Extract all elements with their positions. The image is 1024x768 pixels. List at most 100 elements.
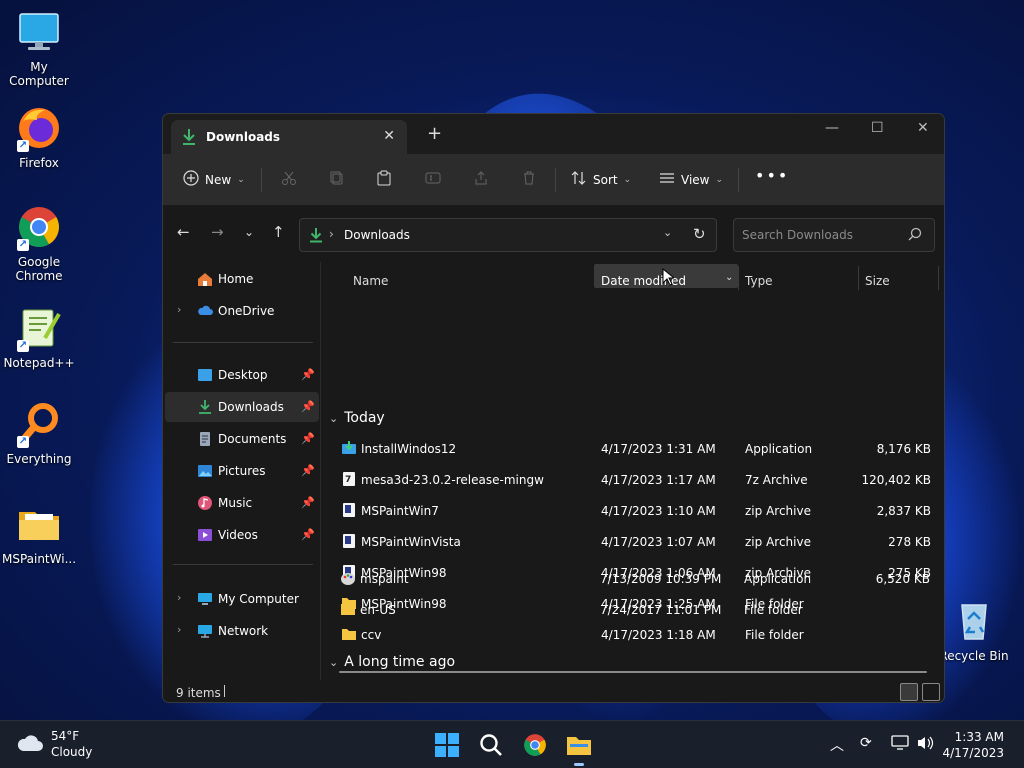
group-header-today[interactable]: ⌄ Today <box>329 410 385 426</box>
pin-icon: 📌 <box>301 368 315 381</box>
new-button[interactable]: New ⌄ <box>183 170 245 189</box>
breadcrumb-downloads[interactable]: Downloads <box>344 228 410 242</box>
column-header-name[interactable]: Name <box>353 274 388 288</box>
view-label: View <box>681 172 710 187</box>
tab-downloads[interactable]: Downloads ✕ <box>171 120 407 154</box>
cloud-weather-icon[interactable] <box>16 733 44 756</box>
nav-item-home[interactable]: Home <box>165 264 319 294</box>
sort-button[interactable]: Sort ⌄ <box>571 170 631 189</box>
nav-item-pictures[interactable]: Pictures 📌 <box>165 456 319 486</box>
table-row[interactable]: mspaint 7/13/2009 10:39 PM Application 6… <box>320 563 945 594</box>
shortcut-arrow-icon: ↗ <box>17 239 29 251</box>
chevron-down-icon: ⌄ <box>715 174 724 185</box>
table-row[interactable]: MSPaintWin7 4/17/2023 1:10 AM zip Archiv… <box>321 495 944 526</box>
address-bar[interactable]: › Downloads ⌄ ↻ <box>299 218 717 252</box>
refresh-icon[interactable]: ↻ <box>693 225 706 243</box>
column-header-size[interactable]: Size <box>865 274 890 288</box>
tiles-view-icon[interactable] <box>922 683 940 701</box>
pin-icon: 📌 <box>301 496 315 509</box>
navigation-pane: Home › OneDrive Desktop 📌 Downloads 📌 Do… <box>163 262 321 680</box>
share-icon[interactable] <box>473 170 489 186</box>
nav-item-onedrive[interactable]: › OneDrive <box>165 296 319 326</box>
back-arrow-icon[interactable]: ← <box>177 225 190 240</box>
table-row[interactable]: MSPaintWinVista 4/17/2023 1:07 AM zip Ar… <box>321 526 944 557</box>
details-view-icon[interactable] <box>900 683 918 701</box>
chrome-icon[interactable] <box>522 732 548 758</box>
desktop-icon-mspaint-folder[interactable]: MSPaintWi... <box>0 500 78 566</box>
address-history-chevron-icon[interactable]: ⌄ <box>663 226 672 239</box>
delete-icon[interactable] <box>521 170 537 186</box>
installer-icon <box>341 440 357 456</box>
clock[interactable]: 1:33 AM 4/17/2023 <box>942 729 1004 761</box>
nav-item-music[interactable]: Music 📌 <box>165 488 319 518</box>
desktop-icon-everything[interactable]: ↗ Everything <box>0 400 78 466</box>
nav-label: Pictures <box>218 464 266 478</box>
up-arrow-icon[interactable]: ↑ <box>272 225 285 240</box>
forward-arrow-icon[interactable]: → <box>211 225 224 240</box>
desktop-icon-label: MSPaintWi... <box>1 552 77 566</box>
active-app-indicator <box>574 763 584 766</box>
table-row[interactable]: InstallWindos12 4/17/2023 1:31 AM Applic… <box>321 433 944 464</box>
nav-item-my-computer[interactable]: › My Computer <box>165 584 319 614</box>
search-box[interactable]: Search Downloads <box>733 218 935 252</box>
close-tab-icon[interactable]: ✕ <box>383 128 395 144</box>
monitor-icon <box>197 592 213 606</box>
start-windows-icon[interactable] <box>434 732 460 758</box>
file-date: 4/17/2023 1:31 AM <box>601 442 716 456</box>
weather-description[interactable]: Cloudy <box>51 745 92 759</box>
sync-icon[interactable]: ⟳ <box>860 735 872 751</box>
maximize-icon[interactable]: ☐ <box>871 120 884 136</box>
volume-icon[interactable] <box>916 735 934 755</box>
desktop-icon-firefox[interactable]: ↗ Firefox <box>0 104 78 170</box>
file-name: MSPaintWin7 <box>361 504 439 518</box>
file-name: en-US <box>360 603 396 617</box>
chevron-right-icon[interactable]: › <box>177 623 181 636</box>
chevron-up-icon[interactable]: ︿ <box>830 735 844 755</box>
nav-label: Music <box>218 496 253 510</box>
nav-item-network[interactable]: › Network <box>165 616 319 646</box>
horizontal-scrollbar[interactable] <box>339 671 927 673</box>
column-filter-chevron-icon[interactable]: ⌄ <box>725 272 733 283</box>
archive-zip-icon <box>341 533 357 549</box>
shortcut-arrow-icon: ↗ <box>17 340 29 352</box>
close-window-icon[interactable]: ✕ <box>917 120 929 136</box>
file-type: zip Archive <box>745 504 811 518</box>
table-row[interactable]: 7 mesa3d-23.0.2-release-mingw 4/17/2023 … <box>321 464 944 495</box>
toolbar-divider <box>261 168 262 192</box>
file-explorer-icon[interactable] <box>566 732 592 758</box>
chevron-right-icon[interactable]: › <box>177 591 181 604</box>
nav-item-downloads[interactable]: Downloads 📌 <box>165 392 319 422</box>
column-header-type[interactable]: Type <box>745 274 773 288</box>
file-size: 8,176 KB <box>876 442 931 456</box>
desktop-icon-notepadpp[interactable]: ↗ Notepad++ <box>0 304 78 370</box>
minimize-icon[interactable]: — <box>825 120 839 136</box>
group-header-old[interactable]: ⌄ A long time ago <box>329 654 455 670</box>
cloud-icon <box>197 304 213 318</box>
chevron-right-icon[interactable]: › <box>177 303 181 316</box>
weather-temperature[interactable]: 54°F <box>51 729 79 743</box>
nav-item-videos[interactable]: Videos 📌 <box>165 520 319 550</box>
nav-item-desktop[interactable]: Desktop 📌 <box>165 360 319 390</box>
search-icon[interactable] <box>478 732 504 758</box>
view-button[interactable]: View ⌄ <box>659 170 723 189</box>
chevron-down-icon: ⌄ <box>329 655 339 669</box>
rename-icon[interactable] <box>425 170 441 186</box>
desktop-icon-label: Google Chrome <box>15 255 63 283</box>
new-tab-button[interactable]: + <box>427 125 442 143</box>
more-options-icon[interactable]: ••• <box>755 166 789 185</box>
desktop-icon-chrome[interactable]: ↗ Google Chrome <box>0 203 78 283</box>
desktop-icon-my-computer[interactable]: My Computer <box>0 8 78 88</box>
copy-icon[interactable] <box>329 170 345 186</box>
network-monitor-icon[interactable] <box>891 735 909 755</box>
recent-chevron-down-icon[interactable]: ⌄ <box>244 225 254 240</box>
cut-icon[interactable] <box>281 170 297 186</box>
table-row[interactable]: en-US 7/24/2017 11:01 PM File folder <box>320 594 945 625</box>
nav-item-documents[interactable]: Documents 📌 <box>165 424 319 454</box>
item-count: 9 items <box>176 686 221 700</box>
file-type: zip Archive <box>745 535 811 549</box>
shortcut-arrow-icon: ↗ <box>17 436 29 448</box>
paint-palette-icon <box>340 570 356 586</box>
home-icon <box>197 272 213 286</box>
paste-icon[interactable] <box>376 170 392 186</box>
desktop-icon-recycle-bin[interactable]: Recycle Bin <box>935 597 1013 663</box>
